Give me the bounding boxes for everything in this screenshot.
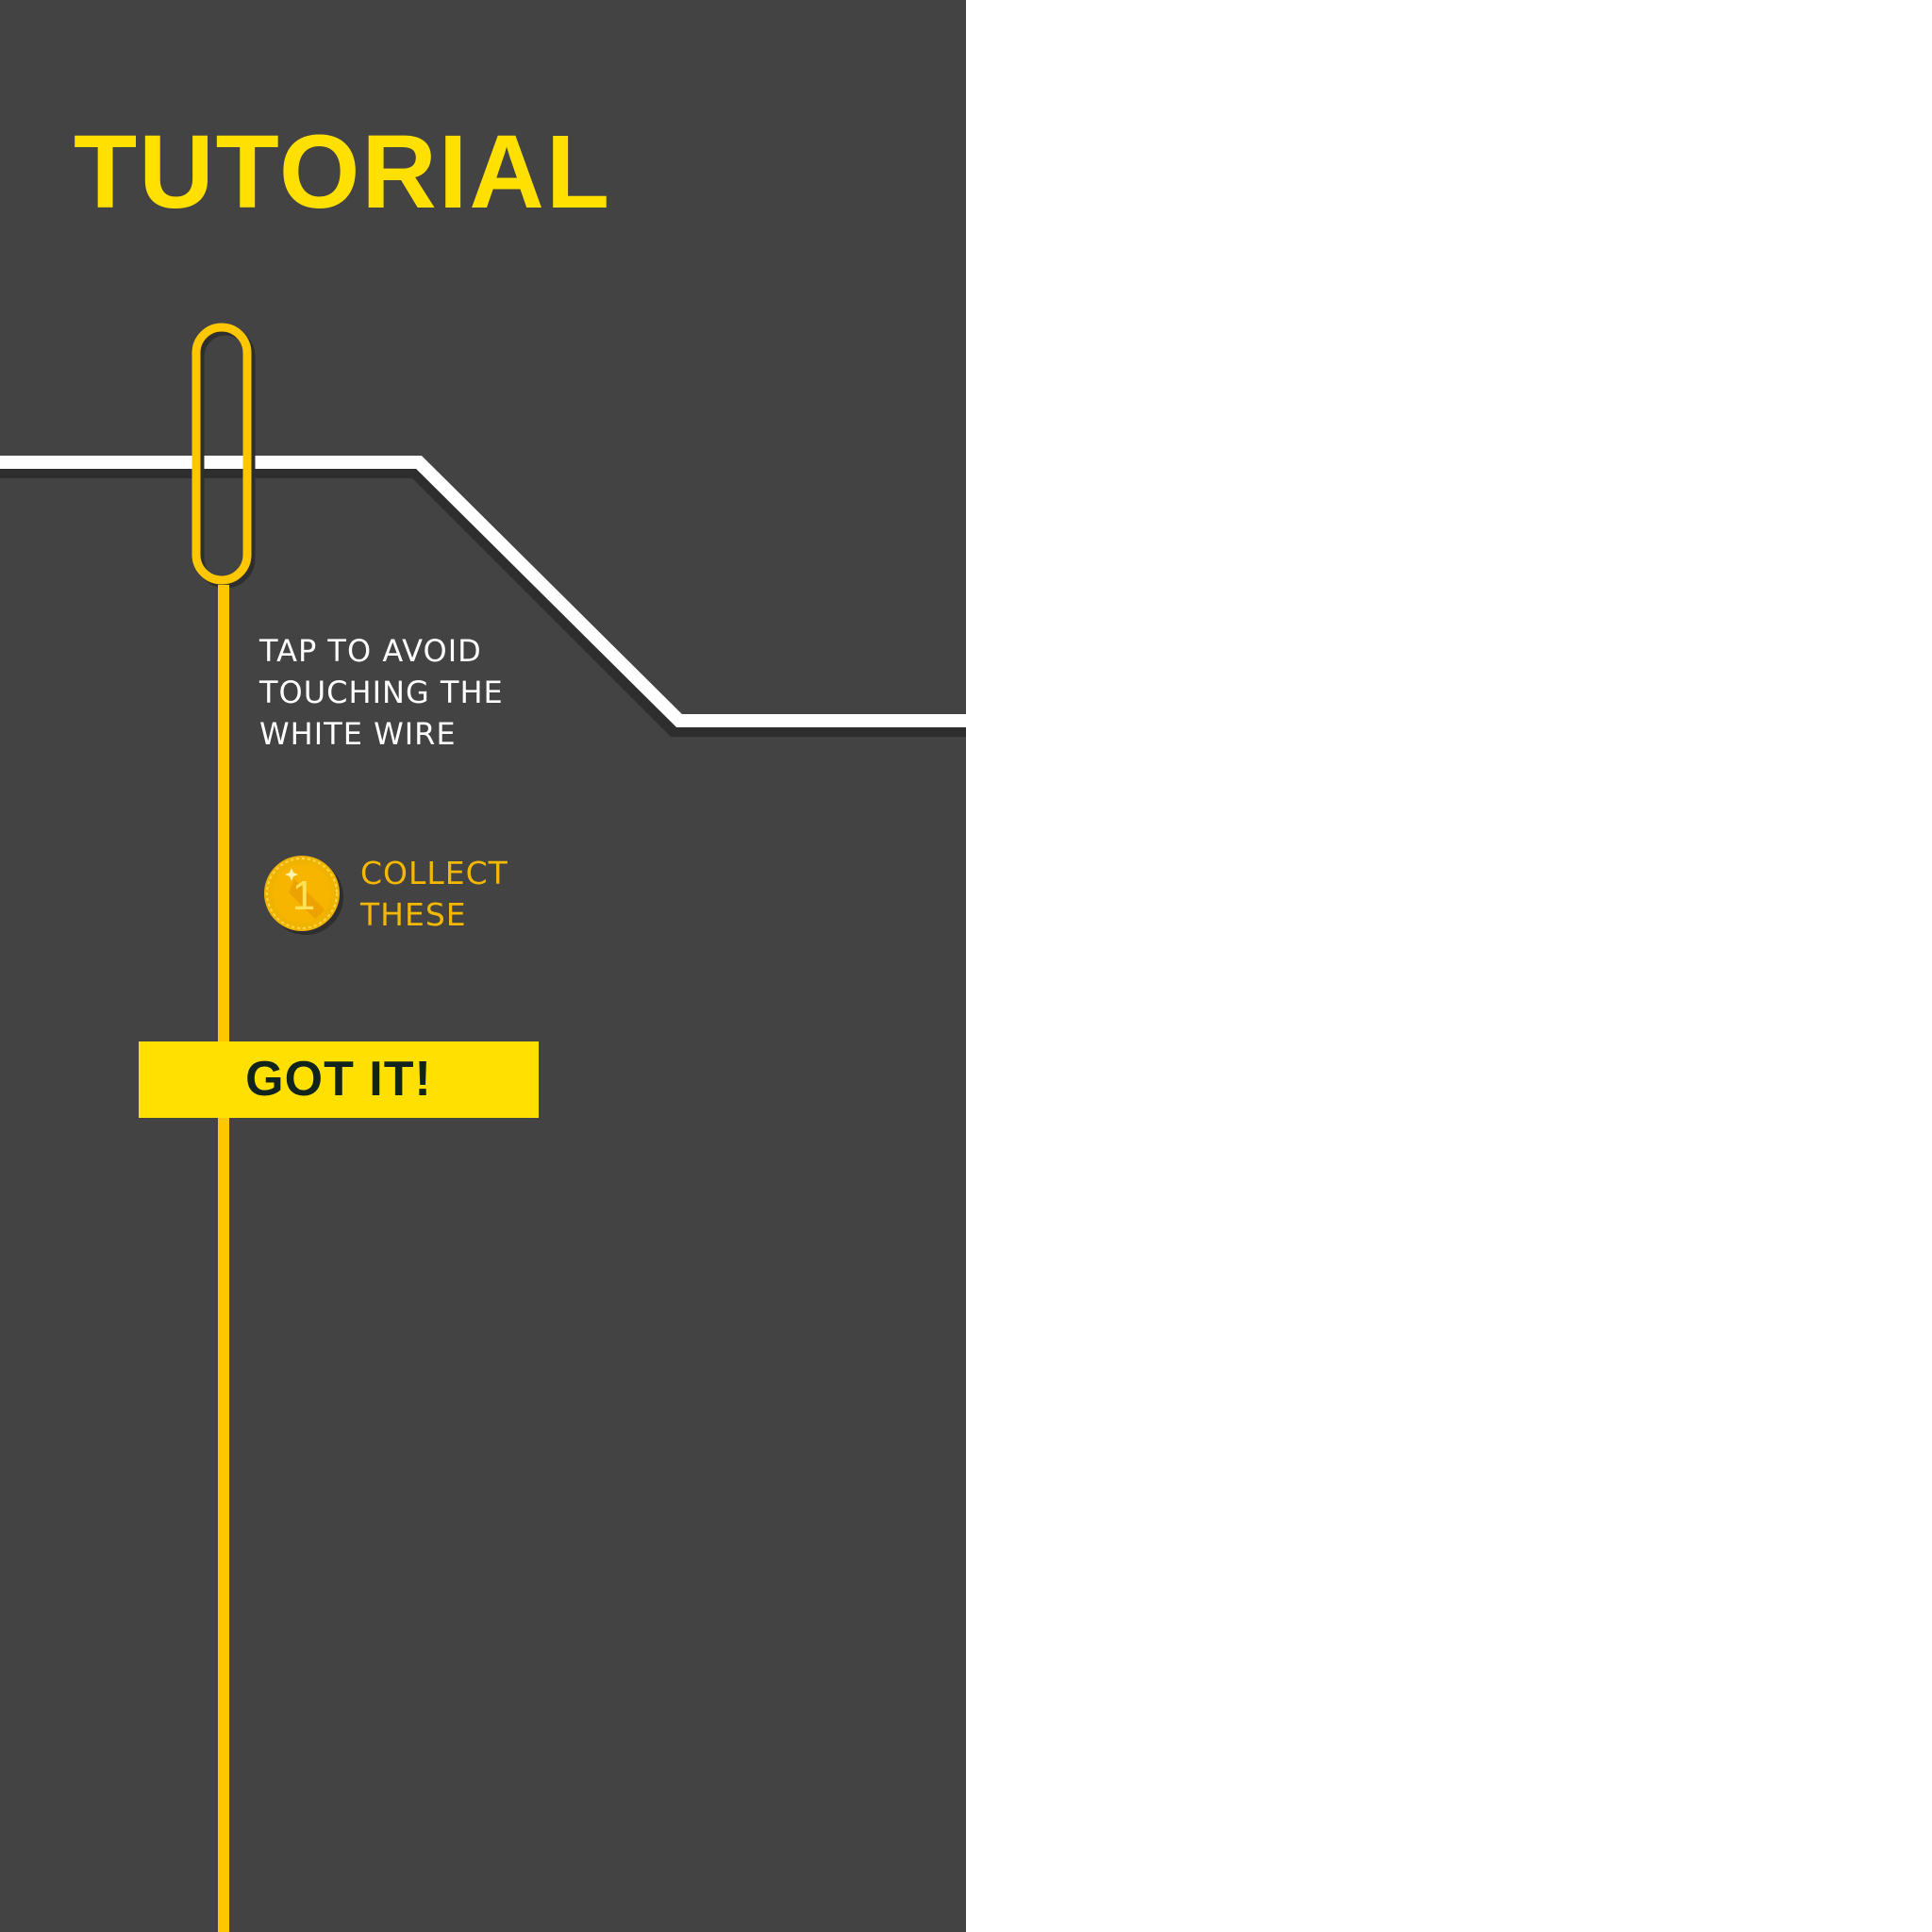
instruction-line: TAP TO AVOID xyxy=(259,633,482,669)
gold-coin-icon: 1 xyxy=(264,856,343,935)
wire-layer xyxy=(0,323,966,1932)
got-it-button[interactable]: GOT IT! xyxy=(139,1041,539,1118)
empty-area xyxy=(966,0,1932,1932)
collect-line: COLLECT xyxy=(360,855,508,891)
collect-coins-label: COLLECT THESE xyxy=(360,853,508,936)
tap-instruction: TAP TO AVOID TOUCHING THE WHITE WIRE xyxy=(259,630,561,755)
instruction-line: WHITE WIRE xyxy=(259,716,457,752)
game-screen: TUTORIAL TAP TO AVOID TOUCHING THE WHITE… xyxy=(0,0,1932,1932)
coin-value: 1 xyxy=(292,873,315,919)
instruction-line: TOUCHING THE xyxy=(259,675,504,710)
tutorial-title: TUTORIAL xyxy=(74,114,612,230)
game-panel[interactable]: TUTORIAL TAP TO AVOID TOUCHING THE WHITE… xyxy=(0,0,966,1932)
collect-line: THESE xyxy=(360,896,467,933)
